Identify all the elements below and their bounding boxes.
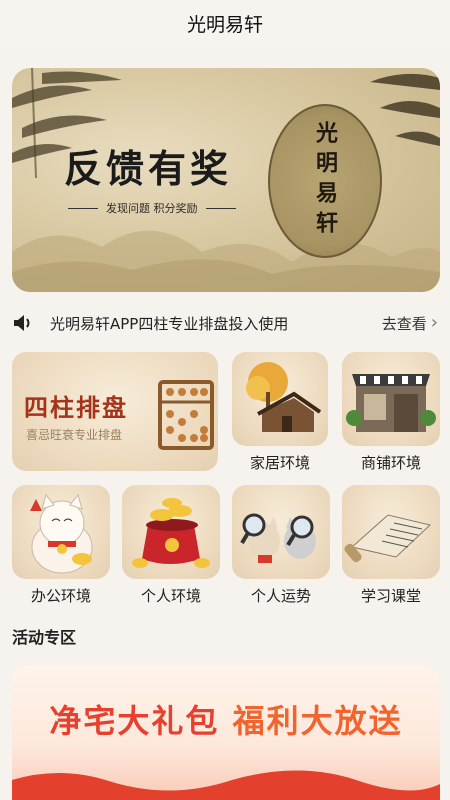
activity-section-title: 活动专区 <box>12 628 77 647</box>
tile-label: 学习课堂 <box>360 587 421 605</box>
learning-class-tile[interactable] <box>342 485 440 579</box>
home-environment-tile[interactable] <box>232 352 328 446</box>
office-environment-tile[interactable] <box>12 485 110 579</box>
banner-title: 反馈有奖 <box>64 146 233 191</box>
notice-text: 光明易轩APP四柱专业排盘投入使用 <box>50 314 289 333</box>
banner-subtitle: 发现问题 积分奖励 <box>68 200 236 216</box>
divider <box>68 207 98 209</box>
lucky-cat-icon <box>30 493 93 574</box>
tile-label: 个人运势 <box>250 587 311 605</box>
seal-text: 光明易轩 <box>312 121 338 241</box>
scroll-book-icon <box>344 514 432 563</box>
magnifier-pets-icon <box>240 513 316 563</box>
speaker-icon <box>12 313 38 333</box>
tile-label: 办公环境 <box>30 587 91 605</box>
personal-fortune-tile[interactable] <box>232 485 330 579</box>
tile-label: 个人环境 <box>140 587 201 605</box>
promo-banner[interactable]: 净宅大礼包 福利大放送 <box>12 666 440 800</box>
promo-text: 净宅大礼包 福利大放送 <box>12 696 440 742</box>
abacus-icon <box>158 380 214 450</box>
gold-ingot-icon <box>132 498 210 568</box>
divider <box>205 207 236 209</box>
storefront-icon <box>346 374 436 432</box>
page-title: 光明易轩 <box>186 13 263 36</box>
personal-environment-tile[interactable] <box>122 485 220 579</box>
tile-label: 家居环境 <box>249 454 310 472</box>
chevron-right-icon: › <box>430 312 438 333</box>
four-pillars-card[interactable]: 四柱排盘 喜忌旺衰专业排盘 <box>12 352 218 471</box>
house-tree-icon <box>246 362 322 432</box>
feedback-banner[interactable]: 反馈有奖 发现问题 积分奖励 光明易轩 <box>12 68 440 292</box>
notice-more-link[interactable]: 去查看 › <box>382 313 438 334</box>
feature-title: 四柱排盘 <box>24 393 128 422</box>
tile-label: 商铺环境 <box>360 454 421 472</box>
shop-environment-tile[interactable] <box>342 352 440 446</box>
brand-seal: 光明易轩 <box>268 104 382 258</box>
app-header: 光明易轩 <box>0 0 450 46</box>
notice-bar[interactable]: 光明易轩APP四柱专业排盘投入使用 去查看 › <box>12 308 438 338</box>
notice-more-label: 去查看 <box>381 314 427 333</box>
promo-right-text: 福利大放送 <box>232 702 403 740</box>
banner-subtitle-text: 发现问题 积分奖励 <box>106 202 198 215</box>
wave-decoration-icon <box>12 770 440 800</box>
promo-left-text: 净宅大礼包 <box>49 702 220 740</box>
feature-subtitle: 喜忌旺衰专业排盘 <box>26 428 123 442</box>
